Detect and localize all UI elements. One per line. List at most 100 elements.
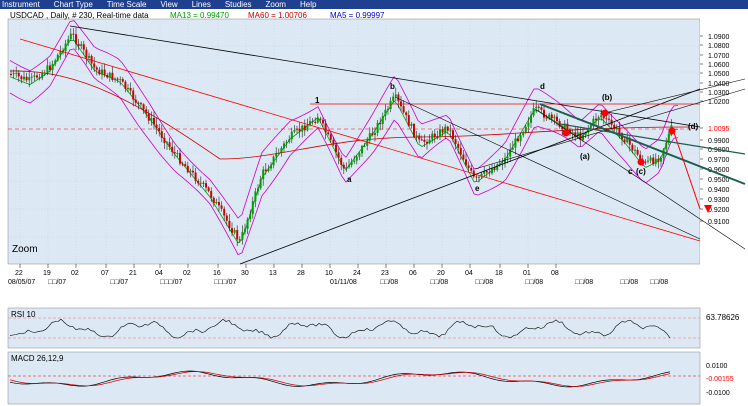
- price-bar-body: [85, 49, 88, 58]
- price-bar-body: [530, 115, 532, 123]
- x-tick-label: 01: [523, 270, 531, 277]
- price-bar-body: [82, 44, 85, 50]
- x-tick-label: 30: [241, 270, 249, 277]
- menu-item-instrument[interactable]: Instrument: [2, 0, 40, 9]
- price-bar-body: [519, 135, 522, 142]
- price-bar-body: [93, 63, 96, 68]
- x-date-label: □□/07: [110, 279, 128, 286]
- price-bar-body: [387, 108, 389, 110]
- price-bar-body: [285, 142, 288, 144]
- price-bar-body: [316, 118, 319, 123]
- menu-item-help[interactable]: Help: [300, 0, 316, 9]
- x-date-label: □□/07: [48, 279, 66, 286]
- price-bar-body: [436, 137, 439, 139]
- price-label: 1.0200: [708, 99, 730, 106]
- price-bar-body: [166, 142, 168, 144]
- price-bar-body: [301, 125, 304, 132]
- price-bar-body: [428, 139, 431, 144]
- x-date-label: □□/08: [380, 279, 398, 286]
- price-bar-body: [10, 74, 12, 75]
- wave-label: (a): [580, 152, 590, 161]
- price-bar-body: [145, 109, 148, 114]
- price-bar-body: [319, 118, 322, 120]
- price-bar-body: [532, 108, 535, 116]
- menu-item-zoom[interactable]: Zoom: [266, 0, 286, 9]
- price-bar-body: [340, 157, 343, 165]
- price-bar-body: [283, 143, 285, 149]
- price-bar-body: [228, 220, 231, 229]
- price-bar-body: [231, 228, 233, 233]
- price-bar-body: [15, 72, 18, 74]
- price-bar-body: [647, 160, 649, 162]
- x-date-label: 08/05/07: [8, 279, 35, 286]
- price-bar-body: [251, 201, 254, 215]
- price-bar-body: [202, 182, 205, 184]
- price-bar-body: [556, 116, 558, 122]
- price-bar-body: [173, 152, 176, 154]
- price-bar-body: [358, 153, 361, 157]
- price-bar-body: [335, 144, 337, 153]
- menu-item-lines[interactable]: Lines: [192, 0, 211, 9]
- price-bar-body: [212, 197, 215, 204]
- price-bar-body: [80, 44, 83, 47]
- menu-item-time-scale[interactable]: Time Scale: [107, 0, 147, 9]
- menu-item-view[interactable]: View: [161, 0, 178, 9]
- price-bar-body: [654, 158, 657, 164]
- price-bar-body: [613, 124, 616, 130]
- price-bar-body: [537, 106, 540, 108]
- price-bar-body: [168, 142, 171, 147]
- price-bar-body: [264, 169, 267, 172]
- price-bar-body: [454, 139, 457, 144]
- price-bar-body: [98, 69, 101, 75]
- price-label: 1.0900: [708, 34, 730, 41]
- price-bar-body: [553, 116, 556, 119]
- price-bar-body: [389, 100, 392, 109]
- price-bar-body: [155, 124, 158, 128]
- price-label: 1.0700: [708, 53, 730, 60]
- price-bar-body: [634, 149, 636, 151]
- price-bar-body: [272, 156, 275, 166]
- x-tick-label: 22: [15, 270, 23, 277]
- x-tick-label: 20: [437, 270, 445, 277]
- zoom-label[interactable]: Zoom: [12, 244, 38, 255]
- price-bar-body: [366, 140, 369, 146]
- price-bar-body: [524, 126, 527, 133]
- x-tick-label: 23: [381, 270, 389, 277]
- price-bar-body: [457, 143, 460, 148]
- price-bar-body: [254, 191, 257, 202]
- price-bar-body: [470, 167, 473, 171]
- price-bar-body: [163, 137, 166, 144]
- price-bar-body: [597, 117, 600, 121]
- price-bar-body: [176, 153, 179, 155]
- price-bar-body: [64, 43, 67, 52]
- price-bar-body: [88, 55, 90, 58]
- macd-label: MACD 26,12,9: [11, 354, 64, 363]
- price-bar-body: [540, 107, 543, 110]
- price-bar-body: [114, 78, 116, 80]
- ma5-label: MA5 = 0.99997: [330, 11, 385, 20]
- price-bar-body: [147, 113, 150, 121]
- price-bar-body: [426, 141, 428, 144]
- price-bar-body: [550, 114, 553, 119]
- wave-label: b: [390, 82, 395, 91]
- price-bar-body: [423, 139, 426, 142]
- price-bar-body: [121, 79, 124, 82]
- price-bar-body: [337, 152, 340, 158]
- price-bar-body: [657, 158, 660, 162]
- price-bar-body: [462, 154, 465, 160]
- price-bar-body: [67, 39, 70, 44]
- price-bar-body: [236, 230, 239, 240]
- price-bar-body: [43, 72, 46, 74]
- menu-item-chart-type[interactable]: Chart Type: [54, 0, 93, 9]
- price-bar-body: [218, 202, 220, 206]
- price-bar-body: [241, 231, 244, 240]
- x-date-label: 01/11/08: [330, 279, 357, 286]
- price-bar-body: [186, 165, 189, 173]
- x-date-label: □□/08: [650, 279, 668, 286]
- price-bar-body: [244, 228, 246, 232]
- price-bar-body: [496, 164, 499, 170]
- price-bar-body: [345, 167, 348, 169]
- chart-area[interactable]: 1.09001.08001.07001.06001.05001.04001.03…: [0, 9, 748, 406]
- price-bar-body: [72, 33, 75, 35]
- menu-item-studies[interactable]: Studies: [225, 0, 252, 9]
